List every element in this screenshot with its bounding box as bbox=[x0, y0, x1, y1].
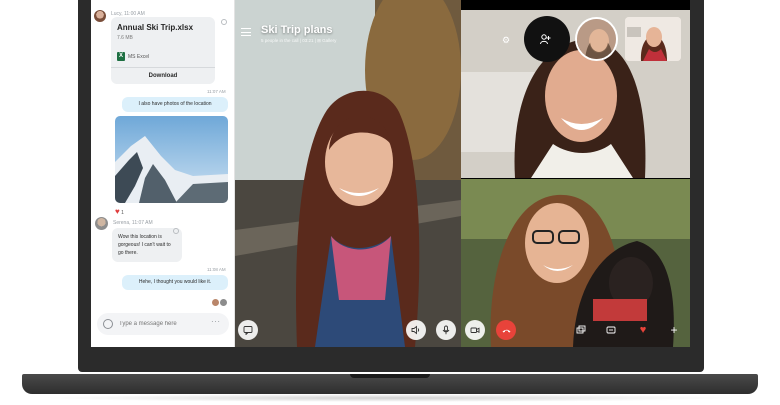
shared-photo[interactable] bbox=[115, 116, 228, 203]
captions-button[interactable] bbox=[601, 320, 621, 340]
end-call-icon bbox=[502, 329, 510, 332]
microphone-icon bbox=[442, 325, 450, 335]
read-avatar bbox=[212, 299, 219, 306]
share-screen-icon bbox=[576, 325, 586, 334]
read-avatar bbox=[220, 299, 227, 306]
captions-icon bbox=[606, 326, 616, 334]
serena-time: 11:07 AM bbox=[131, 220, 153, 226]
participant-video bbox=[235, 0, 461, 347]
message-input[interactable] bbox=[119, 317, 199, 331]
excel-file-icon: X bbox=[117, 52, 125, 61]
speaker-icon bbox=[411, 325, 420, 335]
participant-thumbnail[interactable] bbox=[625, 17, 681, 61]
laptop-shadow bbox=[40, 394, 740, 402]
video-camera-icon bbox=[470, 327, 480, 334]
incoming-message: Wow this location is gorgeous! I can't w… bbox=[112, 228, 182, 262]
heart-icon: ♥ bbox=[639, 323, 647, 336]
skype-window: Lucy, 11:00 AM Annual Ski Trip.xlsx 7.6 … bbox=[91, 0, 690, 347]
file-attachment-card[interactable]: Annual Ski Trip.xlsx 7.6 MB X MS Excel D… bbox=[111, 17, 215, 84]
call-subtitle: 5 people in the call | 03:21 | ⊞ Gallery bbox=[261, 38, 337, 43]
laptop-notch bbox=[350, 374, 430, 378]
outgoing-message: I also have photos of the location bbox=[122, 97, 228, 112]
outgoing-message: Hehe, I thought you would like it. bbox=[122, 275, 228, 290]
emoji-icon[interactable] bbox=[103, 319, 113, 329]
read-receipts bbox=[212, 293, 228, 306]
message-options-icon[interactable] bbox=[221, 19, 227, 25]
timestamp: 11:08 AM bbox=[207, 267, 226, 272]
share-screen-button[interactable] bbox=[571, 320, 591, 340]
video-tile-main[interactable] bbox=[235, 0, 461, 347]
timestamp: 11:07 AM bbox=[207, 89, 226, 94]
heart-reaction-icon: ♥ bbox=[115, 207, 120, 216]
file-name: Annual Ski Trip.xlsx bbox=[117, 23, 194, 32]
react-button[interactable]: ♥ bbox=[633, 320, 653, 340]
message-composer: ··· bbox=[97, 313, 229, 335]
chat-panel: Lucy, 11:00 AM Annual Ski Trip.xlsx 7.6 … bbox=[91, 0, 235, 347]
mute-button[interactable] bbox=[436, 320, 456, 340]
reaction-count: 1 bbox=[121, 210, 124, 216]
avatar-serena[interactable] bbox=[95, 217, 108, 230]
message-options-icon[interactable] bbox=[173, 228, 179, 234]
chat-toggle-button[interactable] bbox=[238, 320, 258, 340]
product-shot: Lucy, 11:00 AM Annual Ski Trip.xlsx 7.6 … bbox=[0, 0, 780, 405]
end-call-button[interactable] bbox=[496, 320, 516, 340]
file-type: MS Excel bbox=[128, 54, 150, 60]
settings-button[interactable]: ⚙ bbox=[496, 30, 516, 50]
download-button[interactable]: Download bbox=[111, 68, 215, 84]
speaker-button[interactable] bbox=[406, 320, 426, 340]
avatar-lucy[interactable] bbox=[94, 10, 106, 22]
call-title: Ski Trip plans bbox=[261, 24, 333, 36]
reaction-badge[interactable]: ♥ 1 bbox=[115, 207, 124, 216]
more-options-icon[interactable]: ··· bbox=[211, 317, 221, 326]
chat-icon bbox=[243, 326, 253, 335]
serena-header: Serena, 11:07 AM bbox=[113, 220, 153, 226]
add-person-button[interactable] bbox=[535, 29, 555, 49]
self-view-thumbnail[interactable] bbox=[575, 17, 618, 61]
file-size: 7.6 MB bbox=[117, 35, 133, 41]
plus-icon: + bbox=[670, 323, 678, 337]
camera-button[interactable] bbox=[465, 320, 485, 340]
serena-name: Serena bbox=[113, 220, 130, 226]
participant-video bbox=[625, 17, 681, 61]
mountain-photo bbox=[115, 116, 228, 203]
gear-icon: ⚙ bbox=[501, 34, 511, 45]
more-actions-button[interactable]: + bbox=[664, 320, 684, 340]
add-person-icon bbox=[540, 34, 551, 45]
hamburger-menu-icon[interactable] bbox=[241, 28, 251, 36]
